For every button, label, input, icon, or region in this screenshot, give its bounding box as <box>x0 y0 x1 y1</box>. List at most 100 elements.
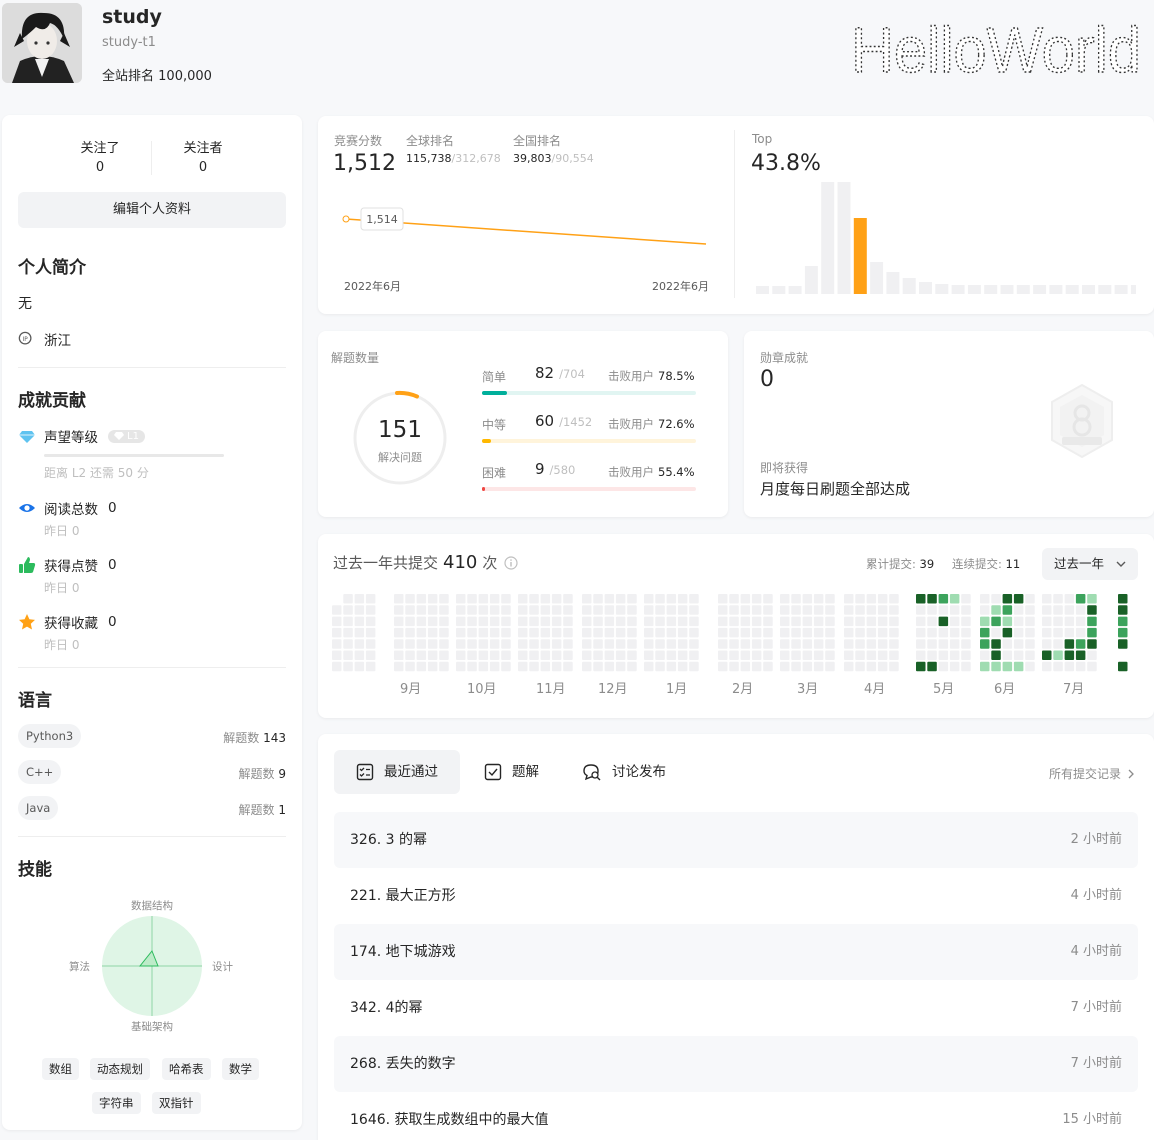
heatmap-cell[interactable] <box>666 627 677 638</box>
heatmap-cell[interactable] <box>394 661 404 672</box>
heatmap-cell[interactable] <box>938 616 949 627</box>
heatmap-cell[interactable] <box>593 650 603 661</box>
heatmap-cell[interactable] <box>467 594 477 604</box>
heatmap-cell[interactable] <box>1025 661 1035 672</box>
heatmap-cell[interactable] <box>501 616 511 627</box>
heatmap-cell[interactable] <box>615 616 626 627</box>
heatmap-cell[interactable] <box>332 639 342 649</box>
heatmap-cell[interactable] <box>354 605 365 615</box>
heatmap-cell[interactable] <box>563 661 573 672</box>
heatmap-cell[interactable] <box>740 650 751 661</box>
heatmap-cell[interactable] <box>1042 650 1052 661</box>
heatmap-cell[interactable] <box>1118 627 1128 638</box>
heatmap-cell[interactable] <box>889 661 899 672</box>
heatmap-cell[interactable] <box>563 594 573 604</box>
heatmap-cell[interactable] <box>615 594 626 604</box>
heatmap-cell[interactable] <box>1013 639 1024 649</box>
heatmap-cell[interactable] <box>489 639 500 649</box>
heatmap-cell[interactable] <box>718 639 728 649</box>
heatmap-cell[interactable] <box>813 627 824 638</box>
heatmap-cell[interactable] <box>949 661 960 672</box>
heatmap-cell[interactable] <box>855 627 865 638</box>
heatmap-cell[interactable] <box>740 627 751 638</box>
heatmap-cell[interactable] <box>354 627 365 638</box>
avatar[interactable] <box>2 3 82 83</box>
heatmap-cell[interactable] <box>677 605 688 615</box>
heatmap-cell[interactable] <box>394 627 404 638</box>
heatmap-cell[interactable] <box>343 594 353 604</box>
heatmap-cell[interactable] <box>529 594 539 604</box>
heatmap-cell[interactable] <box>1075 616 1086 627</box>
heatmap-cell[interactable] <box>405 661 415 672</box>
heatmap-cell[interactable] <box>889 650 899 661</box>
heatmap-cell[interactable] <box>489 661 500 672</box>
heatmap-cell[interactable] <box>1053 594 1063 604</box>
heatmap-cell[interactable] <box>866 650 877 661</box>
heatmap-cell[interactable] <box>627 594 637 604</box>
heatmap-cell[interactable] <box>427 650 438 661</box>
heatmap-cell[interactable] <box>416 616 427 627</box>
heatmap-cell[interactable] <box>456 616 466 627</box>
heatmap-cell[interactable] <box>365 594 376 604</box>
heatmap-cell[interactable] <box>718 605 728 615</box>
heatmap-cell[interactable] <box>813 639 824 649</box>
heatmap-cell[interactable] <box>582 616 592 627</box>
heatmap-cell[interactable] <box>655 594 665 604</box>
heatmap-cell[interactable] <box>1087 639 1097 649</box>
heatmap-cell[interactable] <box>439 650 449 661</box>
heatmap-cell[interactable] <box>927 627 937 638</box>
heatmap-cell[interactable] <box>813 605 824 615</box>
heatmap-cell[interactable] <box>877 650 888 661</box>
heatmap-cell[interactable] <box>540 605 551 615</box>
heatmap-cell[interactable] <box>802 627 813 638</box>
heatmap-cell[interactable] <box>529 605 539 615</box>
heatmap-cell[interactable] <box>518 650 528 661</box>
heatmap-cell[interactable] <box>478 661 489 672</box>
heatmap-cell[interactable] <box>1042 639 1052 649</box>
heatmap-cell[interactable] <box>1042 616 1052 627</box>
heatmap-cell[interactable] <box>889 627 899 638</box>
heatmap-cell[interactable] <box>501 605 511 615</box>
heatmap-cell[interactable] <box>332 661 342 672</box>
heatmap-cell[interactable] <box>889 594 899 604</box>
heatmap-cell[interactable] <box>501 661 511 672</box>
heatmap-cell[interactable] <box>627 650 637 661</box>
heatmap-cell[interactable] <box>791 639 801 649</box>
heatmap-cell[interactable] <box>780 594 790 604</box>
heatmap-cell[interactable] <box>751 627 762 638</box>
heatmap-cell[interactable] <box>501 639 511 649</box>
heatmap-cell[interactable] <box>751 661 762 672</box>
heatmap-cell[interactable] <box>740 605 751 615</box>
heatmap-cell[interactable] <box>802 594 813 604</box>
heatmap-cell[interactable] <box>718 616 728 627</box>
heatmap-cell[interactable] <box>866 594 877 604</box>
heatmap-cell[interactable] <box>689 627 699 638</box>
heatmap-cell[interactable] <box>1013 594 1024 604</box>
heatmap-cell[interactable] <box>1087 605 1097 615</box>
tab-discussions[interactable]: 讨论发布 <box>582 750 666 794</box>
heatmap-cell[interactable] <box>961 650 971 661</box>
heatmap-cell[interactable] <box>1118 616 1128 627</box>
heatmap-cell[interactable] <box>877 639 888 649</box>
heatmap-cell[interactable] <box>644 627 654 638</box>
heatmap-cell[interactable] <box>729 639 739 649</box>
heatmap-cell[interactable] <box>416 605 427 615</box>
heatmap-cell[interactable] <box>615 627 626 638</box>
heatmap-cell[interactable] <box>518 594 528 604</box>
heatmap-cell[interactable] <box>1025 650 1035 661</box>
heatmap-cell[interactable] <box>813 650 824 661</box>
heatmap-cell[interactable] <box>489 650 500 661</box>
heatmap-cell[interactable] <box>644 639 654 649</box>
heatmap-cell[interactable] <box>844 605 854 615</box>
heatmap-cell[interactable] <box>763 594 773 604</box>
heatmap-cell[interactable] <box>1075 661 1086 672</box>
heatmap-cell[interactable] <box>563 639 573 649</box>
heatmap-cell[interactable] <box>604 650 615 661</box>
heatmap-cell[interactable] <box>855 616 865 627</box>
heatmap-cell[interactable] <box>1064 627 1075 638</box>
heatmap-cell[interactable] <box>844 616 854 627</box>
heatmap-cell[interactable] <box>1075 650 1086 661</box>
heatmap-cell[interactable] <box>916 627 926 638</box>
heatmap-cell[interactable] <box>540 594 551 604</box>
heatmap-cell[interactable] <box>405 650 415 661</box>
